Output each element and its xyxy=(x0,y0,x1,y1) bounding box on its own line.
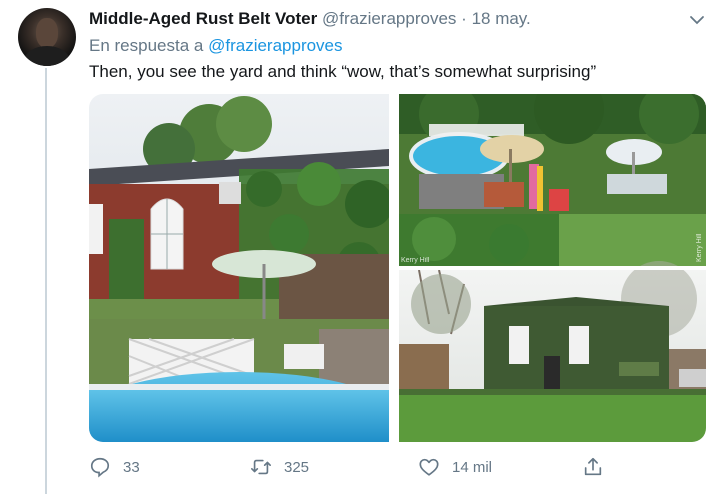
reply-mention-link[interactable]: @frazierapproves xyxy=(208,36,342,55)
avatar-shoulders xyxy=(24,46,70,66)
retweet-icon xyxy=(251,459,271,475)
like-icon xyxy=(419,458,439,476)
reply-context: En respuesta a @frazierapproves xyxy=(89,36,343,56)
watermark-right: Kerry Hill xyxy=(696,233,703,262)
media-grid: Kerry Hill Kerry Hill xyxy=(89,94,706,442)
separator-dot: · xyxy=(461,9,467,28)
tweet-date[interactable]: 18 may. xyxy=(472,9,531,28)
retweet-button[interactable]: 325 xyxy=(250,452,309,482)
thread-line xyxy=(45,68,47,494)
tweet-header: Middle-Aged Rust Belt Voter @frazierappr… xyxy=(89,9,531,29)
author-handle[interactable]: @frazierapproves xyxy=(322,9,456,28)
action-bar: 33 325 14 mil xyxy=(0,452,720,482)
share-icon xyxy=(584,457,602,476)
photo-bottom-right[interactable] xyxy=(399,261,706,442)
avatar[interactable] xyxy=(18,8,76,66)
photo-left[interactable] xyxy=(89,94,393,442)
chevron-down-icon[interactable] xyxy=(689,12,705,28)
retweet-count: 325 xyxy=(284,458,310,476)
reply-button[interactable]: 33 xyxy=(89,452,140,482)
tweet-text: Then, you see the yard and think “wow, t… xyxy=(89,62,597,81)
share-button[interactable] xyxy=(582,452,616,482)
author-name[interactable]: Middle-Aged Rust Belt Voter xyxy=(89,9,317,28)
like-count: 14 mil xyxy=(452,458,493,476)
avatar-face xyxy=(36,18,58,48)
reply-count: 33 xyxy=(123,458,140,476)
media-images: Kerry Hill Kerry Hill xyxy=(89,94,706,442)
photo-top-right[interactable]: Kerry Hill Kerry Hill xyxy=(399,94,706,266)
like-button[interactable]: 14 mil xyxy=(418,452,492,482)
reply-prefix: En respuesta a xyxy=(89,36,204,55)
watermark-left: Kerry Hill xyxy=(401,257,430,264)
reply-icon xyxy=(90,457,110,478)
